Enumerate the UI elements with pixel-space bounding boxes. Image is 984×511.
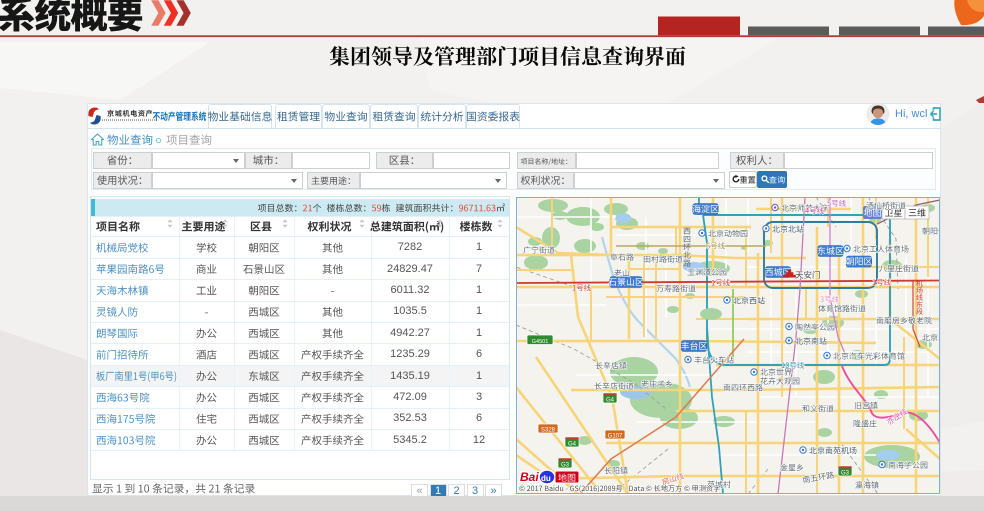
svg-text:G4: G4 (568, 442, 577, 448)
svg-text:S328: S328 (541, 428, 556, 434)
svg-text:G3: G3 (841, 471, 850, 477)
svg-text:G107: G107 (608, 434, 623, 440)
svg-text:G4501: G4501 (532, 339, 549, 345)
svg-text:G3: G3 (561, 463, 570, 469)
svg-text:G4: G4 (606, 398, 615, 404)
